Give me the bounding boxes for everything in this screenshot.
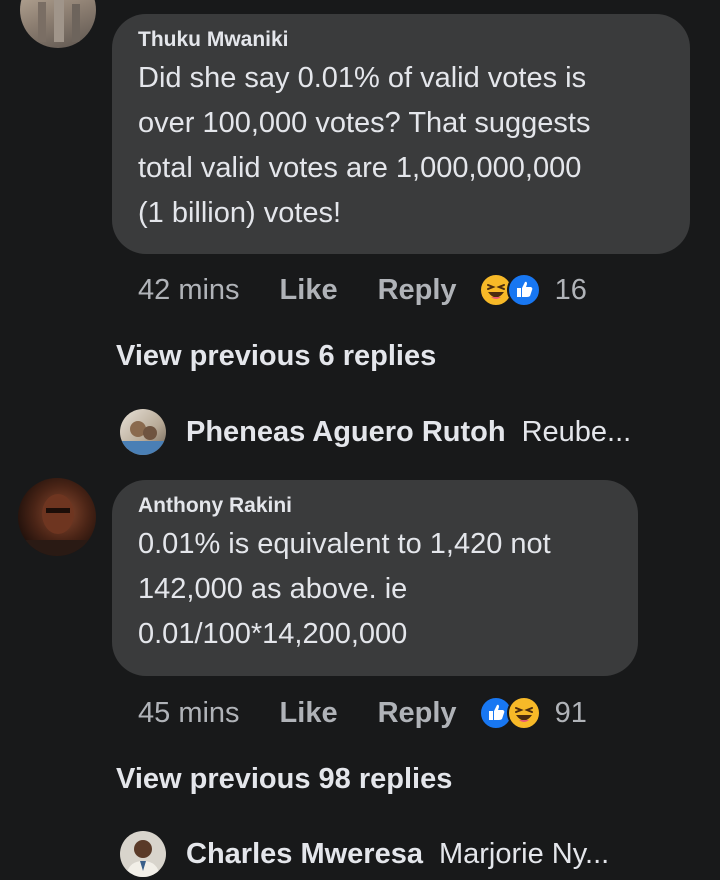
reply-author[interactable]: Charles Mweresa <box>186 838 423 871</box>
like-button[interactable]: Like <box>280 274 338 307</box>
comment-actions: 45 mins Like Reply 91 <box>138 693 587 733</box>
comment-bubble[interactable]: Anthony Rakini 0.01% is equivalent to 1,… <box>112 480 638 676</box>
reply-button[interactable]: Reply <box>378 274 457 307</box>
comment-timestamp[interactable]: 45 mins <box>138 697 240 730</box>
reply-button[interactable]: Reply <box>378 697 457 730</box>
view-previous-replies-link[interactable]: View previous 6 replies <box>116 340 436 373</box>
comment-text: 0.01% is equivalent to 1,420 not 142,000… <box>138 528 551 650</box>
comment-timestamp[interactable]: 42 mins <box>138 274 240 307</box>
latest-reply-preview[interactable]: Pheneas Aguero Rutoh Reube... <box>120 406 631 458</box>
reaction-count[interactable]: 16 <box>555 274 587 307</box>
haha-icon <box>506 696 541 730</box>
comment-actions: 42 mins Like Reply 16 <box>138 270 587 310</box>
avatar[interactable] <box>18 478 96 556</box>
avatar-photo-icon <box>38 0 80 42</box>
like-icon <box>506 273 541 307</box>
latest-reply-preview[interactable]: Charles Mweresa Marjorie Ny... <box>120 828 609 880</box>
view-previous-replies-link[interactable]: View previous 98 replies <box>116 763 452 796</box>
reply-snippet: Reube... <box>521 415 632 448</box>
avatar[interactable] <box>20 0 96 48</box>
reaction-count[interactable]: 91 <box>555 697 587 730</box>
like-button[interactable]: Like <box>280 697 338 730</box>
comment-author[interactable]: Anthony Rakini <box>138 494 638 518</box>
avatar[interactable] <box>120 409 166 455</box>
reaction-summary[interactable] <box>478 696 541 730</box>
avatar[interactable] <box>120 831 166 877</box>
avatar-photo-icon <box>18 494 96 556</box>
reply-author[interactable]: Pheneas Aguero Rutoh <box>186 416 506 449</box>
comment-text: Did she say 0.01% of valid votes is over… <box>138 62 591 229</box>
reply-snippet: Marjorie Ny... <box>438 837 610 870</box>
avatar-photo-icon <box>120 421 166 455</box>
comment-author[interactable]: Thuku Mwaniki <box>138 28 690 52</box>
reaction-summary[interactable] <box>478 273 541 307</box>
avatar-photo-icon <box>126 840 160 877</box>
comment-bubble[interactable]: Thuku Mwaniki Did she say 0.01% of valid… <box>112 14 690 254</box>
